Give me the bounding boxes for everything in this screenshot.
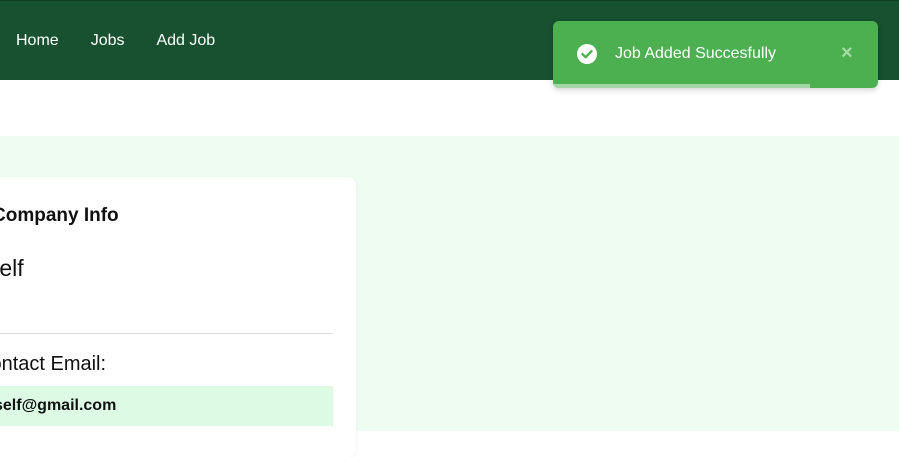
card-divider [0, 333, 333, 334]
toast-progress-bar [553, 84, 810, 88]
check-circle-icon [577, 44, 597, 64]
success-toast: Job Added Succesfully × [553, 21, 878, 88]
company-info-heading: Company Info [0, 205, 119, 226]
nav-add-job-link[interactable]: Add Job [156, 32, 215, 50]
contact-email-value: self@gmail.com [0, 397, 117, 414]
toast-message: Job Added Succesfully [615, 45, 776, 62]
company-name: Self [0, 255, 24, 281]
nav-jobs-link[interactable]: Jobs [91, 32, 125, 50]
contact-email-label: Contact Email: [0, 353, 107, 375]
nav-home-link[interactable]: Home [16, 32, 59, 50]
nav-links: Home Jobs Add Job [16, 1, 215, 81]
close-icon[interactable]: × [841, 43, 853, 63]
